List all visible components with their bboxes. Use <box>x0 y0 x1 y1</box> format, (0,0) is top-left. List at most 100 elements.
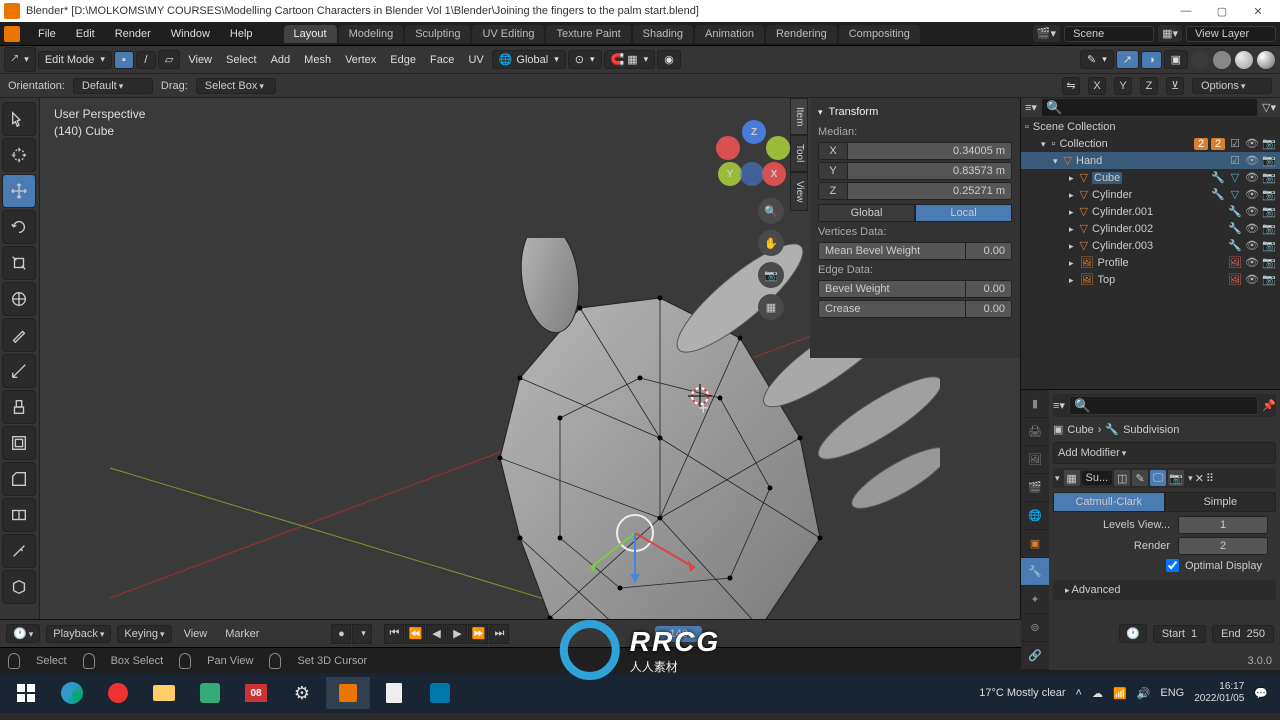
editor-type-dropdown[interactable]: 🡕 <box>4 47 36 72</box>
space-local[interactable]: Local <box>915 204 1012 222</box>
tool-poly-build[interactable] <box>2 570 36 604</box>
zoom-icon[interactable]: 🔍 <box>758 198 784 224</box>
mesh-edit-mode-options[interactable]: ✎ <box>1080 50 1114 69</box>
proportional-edit-toggle[interactable]: ◉ <box>657 50 681 69</box>
catmull-clark-tab[interactable]: Catmull-Clark <box>1053 492 1165 512</box>
show-gizmo-toggle[interactable]: ↗ <box>1116 50 1139 69</box>
tool-measure[interactable] <box>2 354 36 388</box>
options-dropdown[interactable]: Options <box>1192 78 1272 94</box>
modifier-extras[interactable] <box>1186 472 1193 484</box>
snap-dropdown[interactable]: 🧲 ▦ <box>604 50 656 69</box>
menu-edit[interactable]: Edit <box>66 28 105 40</box>
ntab-tool[interactable]: Tool <box>790 135 808 171</box>
ntab-view[interactable]: View <box>790 172 808 212</box>
play-button[interactable]: ▶ <box>447 624 467 644</box>
optimal-display-checkbox[interactable] <box>1166 559 1179 572</box>
ptab-constraints[interactable]: 🔗 <box>1021 642 1049 670</box>
tray-wifi-icon[interactable]: 📶 <box>1113 687 1127 700</box>
median-x-field[interactable]: 0.34005 m <box>848 142 1012 160</box>
menu-help[interactable]: Help <box>220 28 263 40</box>
tool-annotate[interactable] <box>2 318 36 352</box>
modifier-drag-icon[interactable]: ⠿ <box>1206 472 1214 485</box>
tab-sculpting[interactable]: Sculpting <box>405 25 470 43</box>
crease-field[interactable]: 0.00 <box>966 300 1012 318</box>
tab-texture-paint[interactable]: Texture Paint <box>546 25 630 43</box>
shading-material[interactable] <box>1234 50 1254 70</box>
data-icon[interactable]: ▽ <box>1228 171 1242 184</box>
levels-viewport-field[interactable]: 1 <box>1178 516 1268 534</box>
menu-vertex[interactable]: Vertex <box>339 52 382 68</box>
menu-render[interactable]: Render <box>105 28 161 40</box>
jump-end-button[interactable]: ⏭ <box>489 624 509 644</box>
median-y-field[interactable]: 0.83573 m <box>848 162 1012 180</box>
viewlayer-browse-icon[interactable]: ▦▾ <box>1158 25 1182 42</box>
ptab-object[interactable]: ▣ <box>1021 530 1049 558</box>
blender-logo-icon[interactable] <box>4 26 20 42</box>
automerge-toggle[interactable]: ⊻ <box>1166 77 1184 95</box>
mirror-y[interactable]: Y <box>1114 77 1132 95</box>
tool-select-box[interactable] <box>2 102 36 136</box>
tool-cursor[interactable] <box>2 138 36 172</box>
mode-dropdown[interactable]: Edit Mode <box>38 51 112 69</box>
advanced-section[interactable]: Advanced <box>1053 580 1276 600</box>
outliner-type-icon[interactable]: ≡▾ <box>1025 101 1037 114</box>
ptab-output[interactable]: 🖨 <box>1021 418 1049 446</box>
outliner-filter-icon[interactable]: ▽▾ <box>1262 101 1276 114</box>
ptab-render[interactable]: ▮ <box>1021 390 1049 418</box>
tab-compositing[interactable]: Compositing <box>839 25 920 43</box>
start-frame-field[interactable]: Start1 <box>1153 625 1206 643</box>
ptab-modifiers[interactable]: 🔧 <box>1021 558 1049 586</box>
modifier-close-icon[interactable]: ✕ <box>1195 472 1204 485</box>
space-global[interactable]: Global <box>818 204 915 222</box>
tab-rendering[interactable]: Rendering <box>766 25 837 43</box>
render-icon[interactable]: 📷 <box>1168 470 1184 486</box>
ptab-particles[interactable]: ✦ <box>1021 586 1049 614</box>
pin-icon[interactable]: 📌 <box>1262 399 1276 412</box>
play-reverse-button[interactable]: ◀ <box>426 624 446 644</box>
simple-tab[interactable]: Simple <box>1165 492 1277 512</box>
settings-icon[interactable]: ⚙ <box>280 677 324 709</box>
maximize-button[interactable]: ▢ <box>1204 5 1240 18</box>
menu-face[interactable]: Face <box>424 52 460 68</box>
timeline-marker[interactable]: Marker <box>219 626 265 642</box>
transform-header[interactable]: Transform <box>818 102 1012 122</box>
menu-file[interactable]: File <box>28 28 66 40</box>
opera-icon[interactable] <box>96 677 140 709</box>
mean-bevel-field[interactable]: 0.00 <box>966 242 1012 260</box>
xray-toggle[interactable]: ▣ <box>1164 50 1188 69</box>
weather-widget[interactable]: 17°C Mostly clear <box>979 687 1065 699</box>
notifications-icon[interactable]: 💬 <box>1254 687 1268 700</box>
clock[interactable]: 16:17 2022/01/05 <box>1194 681 1244 705</box>
viewlayer-name-field[interactable]: View Layer <box>1186 26 1276 42</box>
mirror-icon[interactable]: ⇋ <box>1062 77 1080 95</box>
start-button[interactable] <box>4 677 48 709</box>
tool-loop-cut[interactable] <box>2 498 36 532</box>
playback-dropdown[interactable]: Playback <box>46 625 111 643</box>
tab-uv-editing[interactable]: UV Editing <box>472 25 544 43</box>
tool-transform[interactable] <box>2 282 36 316</box>
tray-onedrive-icon[interactable]: ☁ <box>1092 687 1103 700</box>
menu-view[interactable]: View <box>182 52 218 68</box>
tray-volume-icon[interactable]: 🔊 <box>1137 687 1151 700</box>
menu-window[interactable]: Window <box>161 28 220 40</box>
props-search[interactable] <box>1069 396 1258 415</box>
ptab-physics[interactable]: ⊚ <box>1021 614 1049 642</box>
tab-animation[interactable]: Animation <box>695 25 764 43</box>
tab-shading[interactable]: Shading <box>633 25 693 43</box>
end-frame-field[interactable]: End250 <box>1212 625 1274 643</box>
prev-keyframe-button[interactable]: ⏪ <box>405 624 425 644</box>
navigation-gizmo[interactable]: Z Y X <box>714 118 784 188</box>
modifier-name-field[interactable]: Su... <box>1082 471 1113 485</box>
explorer-icon[interactable] <box>142 677 186 709</box>
levels-render-field[interactable]: 2 <box>1178 537 1268 555</box>
menu-edge[interactable]: Edge <box>384 52 422 68</box>
tab-layout[interactable]: Layout <box>284 25 337 43</box>
outliner-tree[interactable]: ▫ Scene Collection ▫ Collection 2 2 ☑ 👁 … <box>1021 117 1280 389</box>
minimize-button[interactable]: — <box>1168 5 1204 17</box>
pivot-dropdown[interactable]: ⊙ <box>568 50 602 69</box>
3d-viewport[interactable]: User Perspective (140) Cube <box>40 98 1020 619</box>
outliner-search[interactable] <box>1041 98 1258 117</box>
mirror-z[interactable]: Z <box>1140 77 1158 95</box>
scene-browse-icon[interactable]: 🎬▾ <box>1033 25 1060 42</box>
eye-icon[interactable]: 👁 <box>1245 137 1259 150</box>
